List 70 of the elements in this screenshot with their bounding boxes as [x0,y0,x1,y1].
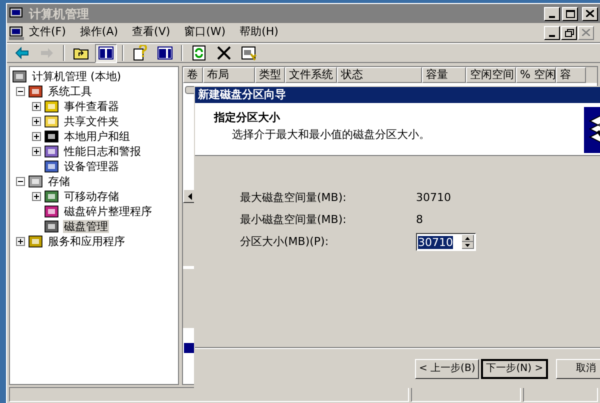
restore-button[interactable] [561,26,577,40]
wizard-subtitle: 选择介于最大和最小值的磁盘分区大小。 [231,126,430,142]
spin-field[interactable]: 30710 [416,233,476,251]
up-arrow-icon [465,236,470,240]
field-label: 最小磁盘空间量(MB): [240,212,348,228]
maximize-button[interactable] [562,6,578,20]
maximize-icon [566,10,574,18]
column-header[interactable]: 状态 [337,67,422,83]
column-header[interactable]: 容 [556,67,586,83]
expand-icon[interactable] [32,117,41,126]
column-header[interactable]: 类型 [255,67,285,83]
tree-item[interactable]: 系统工具 [47,85,93,98]
wizard-heading: 指定分区大小 [214,110,281,126]
close-icon [582,29,590,36]
field-value: 8 [416,212,423,228]
minimize-icon [549,34,555,36]
column-header[interactable]: 容量 [422,67,466,83]
expand-icon[interactable] [32,132,41,141]
tree-item[interactable]: 共享文件夹 [63,115,120,128]
close-button[interactable] [582,6,598,20]
split-pane-icon [98,45,114,61]
tree-item[interactable]: 磁盘管理 [63,220,109,233]
tree-item[interactable]: 可移动存储 [63,190,120,203]
collapse-icon[interactable] [16,87,25,96]
dialog-title: 新建磁盘分区向导 [198,87,286,103]
spin-up-button[interactable] [462,235,474,242]
down-arrow-icon [465,244,470,246]
minimize-button[interactable] [544,6,560,20]
left-arrow-icon [188,192,192,200]
split-pane-icon [157,45,173,61]
back-arrow-icon [14,45,30,61]
menu-item[interactable]: 文件(F) [29,24,66,41]
tree-item[interactable]: 存储 [47,175,71,188]
expand-icon[interactable] [32,102,41,111]
tree-item[interactable]: 性能日志和警报 [63,145,142,158]
tree-item[interactable]: 设备管理器 [63,160,120,173]
column-header[interactable]: % 空闲 [516,67,556,83]
menu-item[interactable]: 操作(A) [80,24,118,41]
column-header[interactable]: 布局 [203,67,255,83]
wizard-button[interactable]: < 上一步(B) [415,358,480,378]
column-header[interactable]: 卷 [183,67,203,83]
expand-icon[interactable] [16,237,25,246]
window-title: 计算机管理 [29,6,89,22]
spin-down-button[interactable] [462,242,474,249]
tree-item[interactable]: 事件查看器 [63,100,120,113]
wizard-button[interactable]: 取消 [556,358,600,378]
expand-icon[interactable] [32,147,41,156]
legend-swatch [184,343,194,353]
collapse-icon[interactable] [16,177,25,186]
column-header[interactable]: 文件系统 [285,67,337,83]
forward-arrow-icon [39,45,55,61]
wizard-button[interactable]: 下一步(N) > [481,358,548,378]
delete-icon [216,45,232,61]
minimize-icon [549,16,555,18]
menu-item[interactable]: 帮助(H) [240,24,278,41]
tree-item[interactable]: 计算机管理 (本地) [31,70,122,83]
minimize-button[interactable] [544,26,560,40]
menu-item[interactable]: 查看(V) [132,24,170,41]
field-label: 最大磁盘空间量(MB): [240,190,348,206]
toolbar-button[interactable] [95,44,117,62]
tree-item[interactable]: 本地用户和组 [63,130,131,143]
restore-icon [564,28,574,36]
column-header[interactable]: 空闲空间 [466,67,516,83]
tree-item[interactable]: 磁盘碎片整理程序 [63,205,153,218]
menu-item[interactable]: 窗口(W) [184,24,226,41]
field-value: 30710 [416,190,451,206]
tree-item[interactable]: 服务和应用程序 [47,235,126,248]
expand-icon[interactable] [32,192,41,201]
field-label: 分区大小(MB)(P): [240,234,330,250]
close-icon [586,10,594,17]
